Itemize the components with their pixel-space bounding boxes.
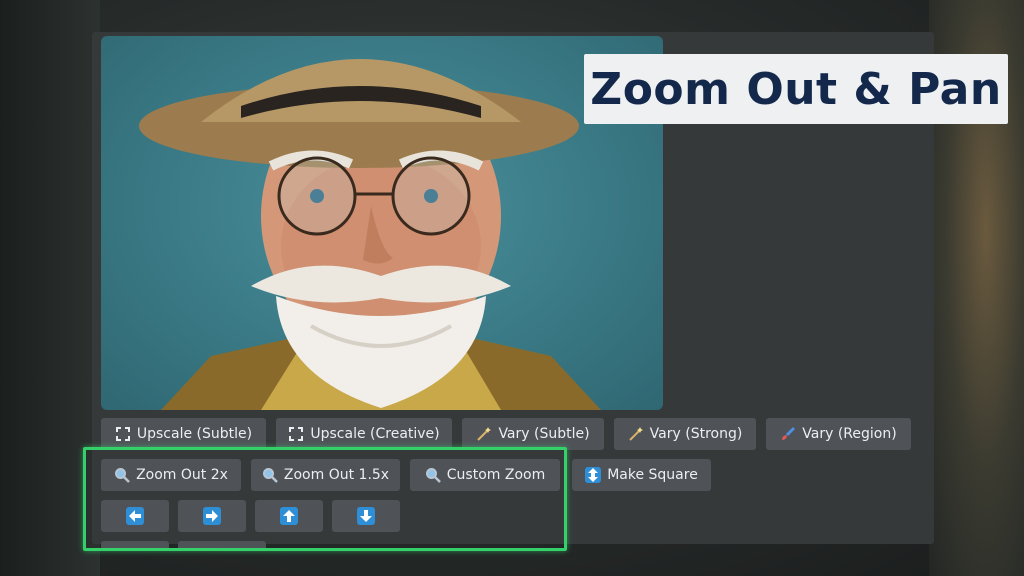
upscale-subtle-button[interactable]: Upscale (Subtle) [101, 418, 266, 450]
button-label: Vary (Region) [802, 426, 897, 442]
pan-right-button[interactable] [178, 500, 246, 532]
magnifier-icon [425, 467, 441, 483]
portrait-photo [139, 59, 601, 410]
button-label: Zoom Out 1.5x [283, 467, 390, 483]
pan-left-button[interactable] [101, 500, 169, 532]
arrow-up-icon [280, 507, 298, 525]
magnifier-icon [114, 467, 130, 483]
button-label: Vary (Subtle) [498, 426, 590, 442]
background-left [0, 0, 100, 576]
upscale-creative-button[interactable]: Upscale (Creative) [276, 418, 452, 450]
expand-icon [288, 426, 304, 442]
vary-region-button[interactable]: Vary (Region) [766, 418, 911, 450]
zoom-out-1-5x-button[interactable]: Zoom Out 1.5x [251, 459, 400, 491]
up-down-arrow-icon [585, 467, 602, 483]
title-text: Zoom Out & Pan [590, 63, 1002, 115]
partial-button[interactable] [101, 541, 169, 549]
magic-wand-icon [476, 426, 492, 442]
zoom-out-2x-button[interactable]: Zoom Out 2x [101, 459, 241, 491]
expand-icon [115, 426, 131, 442]
pan-down-button[interactable] [332, 500, 400, 532]
partial-button[interactable] [178, 541, 266, 549]
paintbrush-icon [780, 426, 796, 442]
vary-strong-button[interactable]: Vary (Strong) [614, 418, 756, 450]
generated-image[interactable] [101, 36, 663, 410]
title-banner: Zoom Out & Pan [584, 54, 1008, 124]
button-label: Upscale (Subtle) [136, 426, 253, 442]
make-square-button[interactable]: Make Square [572, 459, 711, 491]
magic-wand-icon [628, 426, 644, 442]
pan-up-button[interactable] [255, 500, 323, 532]
arrow-left-icon [126, 507, 144, 525]
button-label: Vary (Strong) [649, 426, 743, 442]
button-label: Custom Zoom [446, 467, 546, 483]
vary-subtle-button[interactable]: Vary (Subtle) [462, 418, 604, 450]
button-label: Make Square [607, 467, 698, 483]
button-label: Upscale (Creative) [310, 426, 440, 442]
custom-zoom-button[interactable]: Custom Zoom [410, 459, 560, 491]
magnifier-icon [262, 467, 278, 483]
button-label: Zoom Out 2x [136, 467, 228, 483]
arrow-right-icon [203, 507, 221, 525]
arrow-down-icon [357, 507, 375, 525]
